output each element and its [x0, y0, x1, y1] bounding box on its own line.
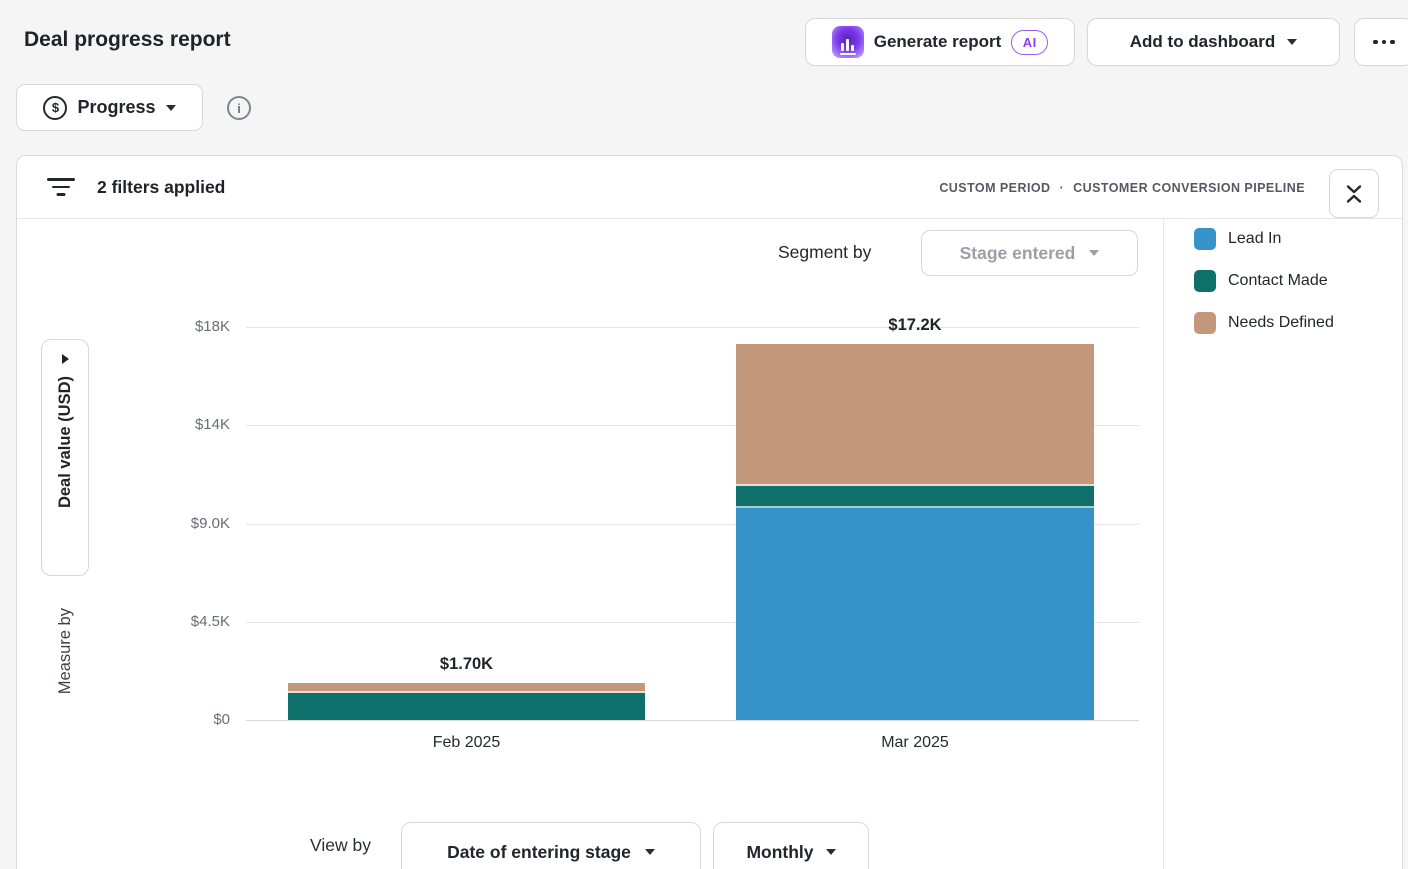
legend-swatch [1194, 270, 1216, 292]
bar-segment-needs-defined[interactable] [736, 344, 1094, 486]
bar-chart: $0 $4.5K $9.0K $14K $18K $1.70K Feb 2025 $17.2K… [17, 219, 1161, 869]
bar-segment-lead-in[interactable] [736, 508, 1094, 720]
interval-dropdown[interactable]: Monthly [713, 822, 869, 869]
filters-applied-label[interactable]: 2 filters applied [97, 177, 225, 198]
legend-swatch [1194, 228, 1216, 250]
chevron-down-icon [166, 105, 176, 111]
bar-segment-contact-made[interactable] [288, 693, 645, 720]
ai-chart-icon [832, 26, 864, 58]
filter-context: CUSTOM PERIOD · CUSTOMER CONVERSION PIPE… [939, 181, 1305, 195]
ellipsis-icon [1373, 40, 1378, 45]
bar-segment-needs-defined[interactable] [288, 683, 645, 693]
bar-total-label: $17.2K [736, 316, 1094, 335]
more-options-button[interactable] [1354, 18, 1408, 66]
x-axis-tick: Mar 2025 [736, 734, 1094, 752]
y-axis-tick: $9.0K [140, 514, 230, 534]
bar-segment-contact-made[interactable] [736, 486, 1094, 508]
report-card: 2 filters applied CUSTOM PERIOD · CUSTOM… [16, 155, 1403, 869]
add-to-dashboard-button[interactable]: Add to dashboard [1087, 18, 1340, 66]
collapse-filters-button[interactable] [1329, 169, 1379, 218]
view-by-dropdown[interactable]: Date of entering stage [401, 822, 701, 869]
page-title: Deal progress report [24, 28, 231, 52]
legend-divider [1163, 219, 1164, 869]
dollar-circle-icon: $ [43, 96, 67, 120]
generate-report-label: Generate report [874, 32, 1002, 52]
view-by-label: View by [310, 835, 371, 856]
filter-icon[interactable] [47, 178, 75, 197]
legend-item-contact-made[interactable]: Contact Made [1194, 266, 1334, 296]
legend-label: Lead In [1228, 230, 1281, 248]
bar-feb-2025[interactable] [288, 683, 645, 720]
legend-label: Contact Made [1228, 272, 1328, 290]
info-icon[interactable]: i [227, 96, 251, 120]
y-axis-tick: $0 [140, 710, 230, 730]
separator-dot: · [1060, 181, 1065, 195]
measure-type-label: Progress [77, 97, 155, 118]
chevron-down-icon [826, 849, 836, 855]
bar-mar-2025[interactable] [736, 344, 1094, 720]
add-to-dashboard-label: Add to dashboard [1130, 32, 1275, 52]
y-axis-tick: $18K [140, 317, 230, 337]
bar-total-label: $1.70K [288, 655, 645, 674]
ai-badge: AI [1011, 30, 1048, 55]
x-axis-tick: Feb 2025 [288, 734, 645, 752]
chevron-down-icon [645, 849, 655, 855]
chart-legend: Lead In Contact Made Needs Defined [1194, 224, 1334, 338]
gridline [246, 720, 1139, 721]
collapse-vertical-icon [1343, 183, 1365, 205]
legend-item-lead-in[interactable]: Lead In [1194, 224, 1334, 254]
filter-bar: 2 filters applied CUSTOM PERIOD · CUSTOM… [17, 156, 1402, 219]
generate-report-button[interactable]: Generate report AI [805, 18, 1075, 66]
view-by-value: Date of entering stage [447, 842, 631, 863]
custom-period-label: CUSTOM PERIOD [939, 181, 1050, 195]
interval-value: Monthly [746, 842, 813, 863]
legend-swatch [1194, 312, 1216, 334]
measure-type-dropdown[interactable]: $ Progress [16, 84, 203, 131]
legend-label: Needs Defined [1228, 314, 1334, 332]
y-axis-tick: $4.5K [140, 612, 230, 632]
pipeline-label: CUSTOMER CONVERSION PIPELINE [1073, 181, 1305, 195]
y-axis-tick: $14K [140, 415, 230, 435]
legend-item-needs-defined[interactable]: Needs Defined [1194, 308, 1334, 338]
chevron-down-icon [1287, 39, 1297, 45]
